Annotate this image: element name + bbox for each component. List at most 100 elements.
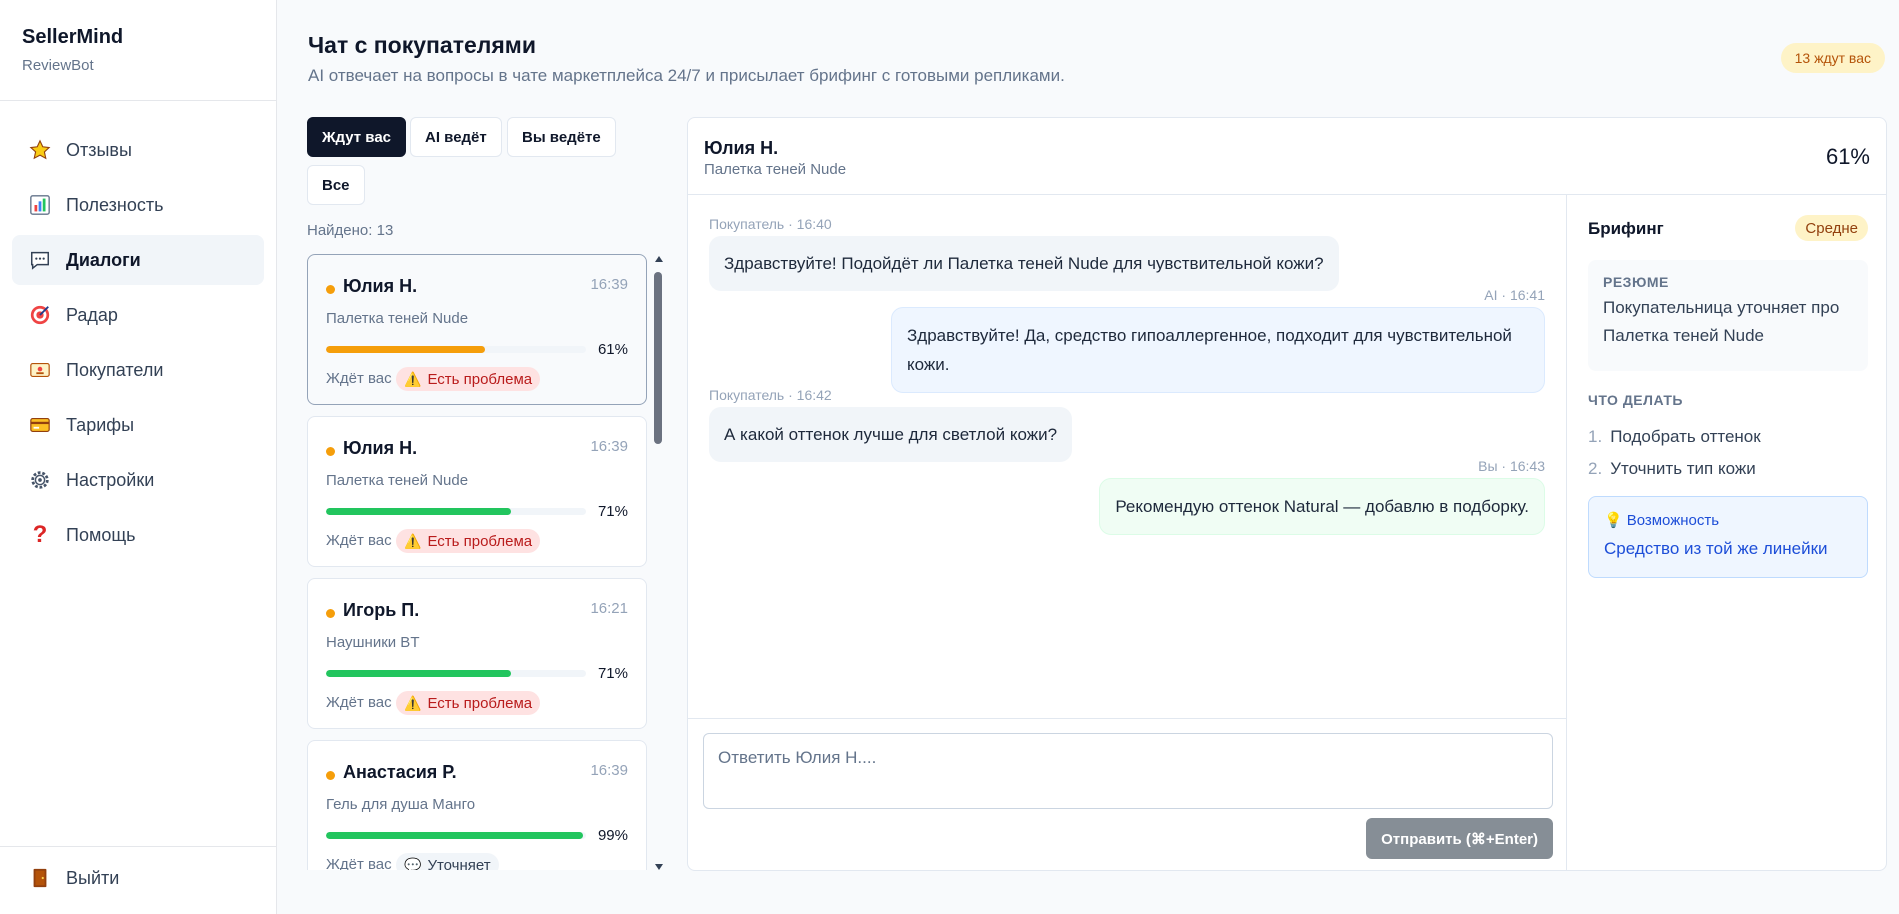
clarify-tag: 💬 Уточняет	[396, 853, 499, 870]
warning-icon: ⚠️	[404, 532, 422, 549]
logout-label: Выйти	[66, 867, 120, 888]
todo-item: 1. Подобрать оттенок	[1588, 427, 1761, 446]
chat-customer-name: Юлия Н.	[704, 138, 779, 158]
sidebar: SellerMind ReviewBot Отзывы Полезность Д…	[0, 0, 277, 914]
nav-item-radar[interactable]: Радар	[12, 290, 264, 340]
chat-bubble-icon: 💬	[404, 856, 422, 871]
chat-icon	[28, 248, 52, 272]
score-bar-fill	[326, 670, 511, 677]
reply-input[interactable]	[703, 733, 1553, 809]
credit-card-icon	[28, 413, 52, 437]
todo-label: ЧТО ДЕЛАТЬ	[1588, 392, 1683, 408]
bar-chart-icon	[28, 193, 52, 217]
score-bar	[326, 670, 586, 677]
gear-icon	[28, 468, 52, 492]
nav-label: Покупатели	[66, 359, 164, 380]
todo-list: 1. Подобрать оттенок 2. Уточнить тип кожи	[1588, 421, 1868, 485]
page-title: Чат с покупателями	[308, 32, 536, 58]
chat-header: Юлия Н. Палетка теней Nude 61%	[688, 118, 1886, 195]
warning-icon: ⚠️	[404, 694, 422, 711]
warning-icon: ⚠️	[404, 370, 422, 387]
waiting-count-badge: 13 ждут вас	[1780, 43, 1885, 73]
problem-tag: ⚠️ Есть проблема	[396, 529, 541, 553]
scroll-thumb[interactable]	[654, 272, 662, 444]
summary-text: Покупательница уточняет про Палетка тене…	[1603, 298, 1840, 345]
brand-subtitle: ReviewBot	[22, 57, 94, 74]
score-bar-fill	[326, 832, 584, 839]
customer-message: Здравствуйте! Подойдёт ли Палетка теней …	[709, 236, 1339, 291]
status-dot	[326, 609, 335, 618]
score-bar	[326, 832, 586, 839]
score-bar	[326, 346, 586, 353]
conversation-card[interactable]: Юлия Н. 16:39 Палетка теней Nude 71% Ждё…	[307, 416, 647, 567]
problem-tag: ⚠️ Есть проблема	[396, 691, 541, 715]
logout-button[interactable]: Выйти	[12, 853, 264, 903]
score-bar-fill	[326, 508, 511, 515]
chat-panel: Юлия Н. Палетка теней Nude 61% Покупател…	[687, 117, 1887, 871]
scroll-down-arrow-icon[interactable]	[655, 864, 663, 870]
status-dot	[326, 285, 335, 294]
message-meta: Покупатель · 16:42	[709, 387, 832, 403]
score-percent: 99%	[597, 827, 628, 844]
conversation-card[interactable]: Игорь П. 16:21 Наушники BT 71% Ждёт вас …	[307, 578, 647, 729]
nav-item-settings[interactable]: Настройки	[12, 455, 264, 505]
nav-item-customers[interactable]: Покупатели	[12, 345, 264, 395]
conversation-time: 16:39	[590, 438, 628, 455]
filter-you-lead[interactable]: Вы ведёте	[507, 117, 616, 157]
product-name: Палетка теней Nude	[326, 472, 469, 489]
customer-message: А какой оттенок лучше для светлой кожи?	[709, 407, 1073, 462]
opportunity-label-row: 💡 Возможность	[1604, 511, 1852, 530]
opportunity-box: 💡 Возможность Средство из той же линейки	[1588, 496, 1868, 578]
message-meta: AI · 16:41	[1484, 287, 1545, 303]
tag-label: Есть проблема	[427, 532, 533, 550]
conversation-status: Ждёт вас	[326, 532, 392, 549]
lightbulb-icon: 💡	[1604, 512, 1623, 529]
nav-label: Полезность	[66, 194, 164, 215]
conversation-status: Ждёт вас	[326, 856, 392, 870]
problem-tag: ⚠️ Есть проблема	[396, 367, 541, 391]
filter-waiting[interactable]: Ждут вас	[307, 117, 407, 157]
conversation-status: Ждёт вас	[326, 694, 392, 711]
agent-message: Рекомендую оттенок Natural — добавлю в п…	[1099, 478, 1545, 535]
ai-message: Здравствуйте! Да, средство гипоаллергенн…	[891, 307, 1545, 393]
opportunity-text: Средство из той же линейки	[1604, 539, 1828, 558]
nav-item-reviews[interactable]: Отзывы	[12, 125, 264, 175]
nav-item-help[interactable]: ? Помощь	[12, 510, 264, 560]
target-icon	[28, 303, 52, 327]
message-meta: Вы · 16:43	[1478, 458, 1545, 474]
summary-box: РЕЗЮМЕ Покупательница уточняет про Палет…	[1588, 260, 1868, 371]
nav-item-usefulness[interactable]: Полезность	[12, 180, 264, 230]
found-count: Найдено: 13	[307, 222, 394, 239]
customer-name: Юлия Н.	[343, 438, 418, 458]
nav-label: Тарифы	[66, 414, 135, 435]
list-scrollbar[interactable]	[652, 256, 666, 870]
score-percent: 71%	[597, 503, 628, 520]
filter-all[interactable]: Все	[307, 165, 365, 205]
nav-label: Отзывы	[66, 139, 132, 160]
score-percent: 71%	[597, 665, 628, 682]
main-nav: Отзывы Полезность Диалоги Радар Покупате…	[0, 101, 276, 560]
star-icon	[28, 138, 52, 162]
tag-label: Уточняет	[427, 856, 491, 871]
scroll-up-arrow-icon[interactable]	[655, 256, 663, 262]
conversation-time: 16:39	[590, 276, 628, 293]
conversation-card[interactable]: Анастасия Р. 16:39 Гель для душа Манго 9…	[307, 740, 647, 870]
nav-item-dialogs[interactable]: Диалоги	[12, 235, 264, 285]
send-button[interactable]: Отправить (⌘+Enter)	[1366, 818, 1553, 859]
brand: SellerMind ReviewBot	[0, 0, 276, 101]
sidebar-footer: Выйти	[0, 846, 276, 914]
tag-label: Есть проблема	[427, 694, 533, 712]
brand-name: SellerMind	[22, 26, 124, 48]
door-icon	[28, 866, 52, 890]
score-percent: 61%	[597, 341, 628, 358]
nav-item-tariffs[interactable]: Тарифы	[12, 400, 264, 450]
nav-label: Настройки	[66, 469, 155, 490]
opportunity-label: Возможность	[1626, 511, 1720, 529]
customer-name: Анастасия Р.	[343, 762, 457, 782]
filter-ai-leads[interactable]: AI ведёт	[410, 117, 502, 157]
conversation-list: Юлия Н. 16:39 Палетка теней Nude 61% Ждё…	[307, 254, 647, 870]
nav-label: Помощь	[66, 524, 136, 545]
tag-label: Есть проблема	[427, 370, 533, 388]
conversation-card[interactable]: Юлия Н. 16:39 Палетка теней Nude 61% Ждё…	[307, 254, 647, 405]
product-name: Гель для душа Манго	[326, 796, 476, 813]
